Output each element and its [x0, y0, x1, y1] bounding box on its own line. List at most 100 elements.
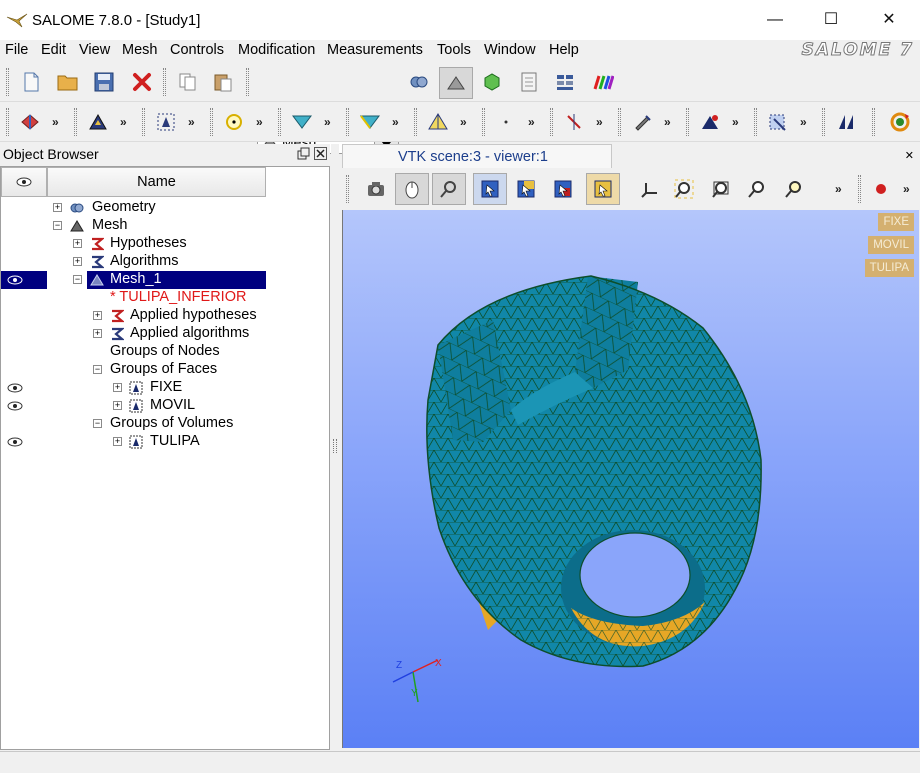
geometry-module-icon[interactable] — [406, 69, 432, 95]
toolbar-overflow-chevron[interactable]: » — [732, 115, 739, 129]
dump-view-icon[interactable] — [363, 176, 389, 202]
menu-window[interactable]: Window — [484, 42, 536, 58]
minimize-button[interactable]: — — [752, 0, 798, 40]
menu-help[interactable]: Help — [549, 42, 579, 58]
toolbar-grip[interactable] — [142, 108, 145, 136]
tree-item-groups-of-nodes[interactable]: Groups of Nodes — [1, 343, 329, 361]
expand-icon[interactable]: + — [113, 437, 122, 446]
close-panel-icon[interactable] — [314, 147, 327, 160]
expand-icon[interactable]: + — [93, 329, 102, 338]
select-groups-icon[interactable] — [586, 173, 620, 205]
toolbar-overflow-chevron[interactable]: » — [460, 115, 467, 129]
toolbar-grip[interactable] — [686, 108, 689, 136]
eye-icon[interactable] — [7, 401, 23, 411]
toolbar-grip[interactable] — [346, 108, 349, 136]
toolbar-grip[interactable] — [278, 108, 281, 136]
save-icon[interactable] — [91, 69, 117, 95]
open-folder-icon[interactable] — [55, 69, 81, 95]
smesh-cube-icon[interactable] — [479, 69, 505, 95]
toolbar-grip[interactable] — [550, 108, 553, 136]
tree-item-algorithms[interactable]: + Algorithms — [1, 253, 329, 271]
toolbar-grip[interactable] — [618, 108, 621, 136]
toolbar-overflow-chevron[interactable]: » — [52, 115, 59, 129]
close-document-icon[interactable] — [129, 69, 155, 95]
toolbar-grip[interactable] — [6, 68, 9, 96]
toolbar-grip[interactable] — [822, 108, 825, 136]
eye-icon[interactable] — [7, 275, 23, 285]
refresh-icon[interactable] — [887, 109, 913, 135]
eye-icon[interactable] — [7, 437, 23, 447]
visibility-column-header[interactable] — [1, 167, 47, 197]
rainbow-tool-icon[interactable] — [590, 69, 616, 95]
toolbar-grip[interactable] — [163, 68, 166, 96]
face-element-icon[interactable] — [357, 109, 383, 135]
zooming-style-icon[interactable] — [432, 173, 466, 205]
expand-icon[interactable]: + — [53, 203, 62, 212]
toolbar-overflow-chevron[interactable]: » — [324, 115, 331, 129]
zoom-icon[interactable] — [744, 176, 770, 202]
toolbar-overflow-chevron[interactable]: » — [800, 115, 807, 129]
tree-item-movil[interactable]: + MOVIL — [1, 397, 329, 415]
float-panel-icon[interactable] — [297, 147, 310, 160]
expand-icon[interactable]: + — [113, 383, 122, 392]
collapse-icon[interactable]: − — [93, 365, 102, 374]
expand-icon[interactable]: + — [73, 257, 82, 266]
select-nodes-icon[interactable] — [513, 176, 539, 202]
collapse-icon[interactable]: − — [73, 275, 82, 284]
expand-icon[interactable]: + — [93, 311, 102, 320]
fit-all-icon[interactable] — [671, 176, 697, 202]
toolbar-grip[interactable] — [414, 108, 417, 136]
toolbar-overflow-chevron[interactable]: » — [528, 115, 535, 129]
trihedron-icon[interactable] — [637, 176, 663, 202]
tree-item-mesh-1[interactable]: − Mesh_1 — [1, 271, 329, 289]
eye-icon[interactable] — [7, 383, 23, 393]
menu-view[interactable]: View — [79, 42, 110, 58]
toolbar-overflow-chevron[interactable]: » — [256, 115, 263, 129]
rect-select-icon[interactable] — [473, 173, 507, 205]
pan-zoom-icon[interactable] — [781, 176, 807, 202]
select-cells-icon[interactable] — [550, 176, 576, 202]
measurements-icon[interactable] — [765, 109, 791, 135]
toolbar-overflow-chevron[interactable]: » — [903, 182, 910, 196]
tree-item-mesh[interactable]: − Mesh — [1, 217, 329, 235]
toolbar-grip[interactable] — [74, 108, 77, 136]
toolbar-grip[interactable] — [6, 108, 9, 136]
split-element-icon[interactable] — [833, 109, 859, 135]
edge-element-icon[interactable] — [289, 109, 315, 135]
toolbar-grip[interactable] — [754, 108, 757, 136]
close-viewer-button[interactable]: ✕ — [905, 149, 914, 162]
tree-item-groups-of-faces[interactable]: − Groups of Faces — [1, 361, 329, 379]
toolbar-grip[interactable] — [346, 175, 349, 203]
name-column-header[interactable]: Name — [47, 167, 266, 197]
selected-visibility-cell[interactable] — [1, 271, 47, 289]
toolbar-grip[interactable] — [482, 108, 485, 136]
maximize-button[interactable]: ☐ — [808, 0, 854, 40]
toolbar-overflow-chevron[interactable]: » — [664, 115, 671, 129]
mesh-model[interactable]: X Y Z — [343, 210, 919, 748]
remove-element-icon[interactable] — [561, 109, 587, 135]
toolbar-overflow-chevron[interactable]: » — [188, 115, 195, 129]
tree-item-hypotheses[interactable]: + Hypotheses — [1, 235, 329, 253]
copy-icon[interactable] — [175, 69, 201, 95]
dot-icon[interactable] — [493, 109, 519, 135]
menu-file[interactable]: File — [5, 42, 28, 58]
toolbar-overflow-chevron[interactable]: » — [596, 115, 603, 129]
collapse-icon[interactable]: − — [93, 419, 102, 428]
menu-tools[interactable]: Tools — [437, 42, 471, 58]
close-button[interactable]: ✕ — [866, 0, 912, 40]
toolbar-grip[interactable] — [872, 108, 875, 136]
notebook-icon[interactable] — [516, 69, 542, 95]
toolbar-grip[interactable] — [210, 108, 213, 136]
toolbar-grip[interactable] — [246, 68, 249, 96]
panel-splitter[interactable] — [331, 144, 339, 750]
vtk-3d-viewport[interactable]: X Y Z FIXE MOVIL TULIPA — [342, 210, 919, 748]
tree-item-applied-hypotheses[interactable]: + Applied hypotheses — [1, 307, 329, 325]
toolbar-overflow-chevron[interactable]: » — [835, 182, 842, 196]
tree-item-reference[interactable]: * TULIPA_INFERIOR — [1, 289, 329, 307]
menu-measurements[interactable]: Measurements — [327, 42, 423, 58]
modify-pencil-icon[interactable] — [629, 109, 655, 135]
new-document-icon[interactable] — [18, 69, 44, 95]
toolbar-grip[interactable] — [858, 175, 861, 203]
select-elements-icon[interactable] — [153, 109, 179, 135]
transformation-icon[interactable] — [697, 109, 723, 135]
